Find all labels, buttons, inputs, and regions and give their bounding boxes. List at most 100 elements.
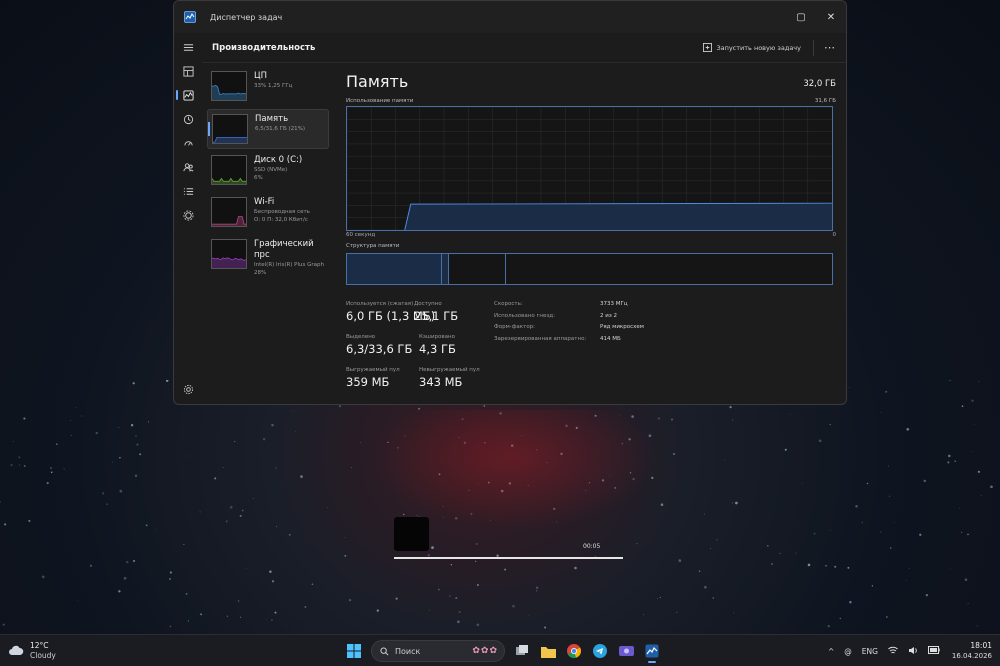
hamburger-icon [183, 42, 194, 53]
property-key: Использовано гнезд: [494, 313, 600, 325]
perf-item[interactable]: Память 6,5/31,6 ГБ (21%) [207, 109, 329, 149]
perf-item[interactable]: ЦП 33% 1,25 ГГц [207, 67, 329, 107]
language-indicator[interactable]: ENG [862, 647, 878, 656]
stat-available-label: Доступно [414, 301, 458, 307]
perf-item[interactable]: Wi-Fi Беспроводная сеть О: 0 П: 32,0 Кбит/… [207, 193, 329, 233]
perf-item-detail-2: 6% [254, 174, 302, 182]
structure-modified [442, 254, 449, 284]
nav-app-history[interactable] [174, 107, 202, 131]
stat-committed-value: 6,3/33,6 ГБ [346, 342, 412, 356]
volume-icon[interactable] [908, 646, 918, 657]
nav-rail [174, 33, 202, 405]
memory-property-row: Зарезервированная аппаратно: 414 МБ [494, 336, 744, 348]
header-divider [813, 40, 814, 56]
stat-nonpaged-label: Невыгружаемый пул [419, 367, 480, 373]
clock[interactable]: 18:01 16.04.2026 [952, 641, 992, 661]
stat-available-value: 25,1 ГБ [414, 309, 458, 323]
startup-icon [183, 138, 194, 149]
weather-temp: 12°C [30, 641, 56, 651]
property-key: Скорость: [494, 301, 600, 313]
taskbar-search[interactable]: Поиск ✿✿✿ [371, 640, 505, 662]
taskbar: 12°C Cloudy Поиск ✿✿✿ ^ @ ENG 18:01 16.0… [0, 634, 1000, 666]
memory-property-row: Форм-фактор: Ряд микросхем [494, 324, 744, 336]
media-progress-bar[interactable] [394, 557, 623, 559]
task-manager-window: Диспетчер задач ▢ ✕ Производительность З… [173, 0, 847, 405]
nav-performance[interactable] [174, 83, 202, 107]
taskbar-task-view[interactable] [511, 639, 533, 663]
media-thumbnail[interactable] [394, 517, 429, 551]
performance-icon [183, 90, 194, 101]
perf-item-detail: 33% 1,25 ГГц [254, 82, 292, 90]
perf-item-name: ЦП [254, 71, 292, 82]
run-new-task-button[interactable]: Запустить новую задачу [703, 43, 801, 52]
nav-settings[interactable] [174, 377, 202, 401]
settings-icon [183, 384, 194, 395]
title-bar[interactable]: Диспетчер задач ▢ ✕ [174, 1, 846, 33]
perf-thumbnail [211, 197, 247, 227]
nav-menu-button[interactable] [174, 35, 202, 59]
taskbar-explorer[interactable] [537, 639, 559, 663]
perf-thumbnail [211, 155, 247, 185]
graph-time-label: 60 секунд [346, 232, 375, 238]
perf-item[interactable]: Графический прс Intel(R) Iris(R) Plus Gra… [207, 235, 329, 275]
nav-processes[interactable] [174, 59, 202, 83]
memory-usage-graph [346, 106, 833, 231]
perf-item[interactable]: Диск 0 (C:) SSD (NVMe) 6% [207, 151, 329, 191]
perf-item-detail: 6,5/31,6 ГБ (21%) [255, 125, 305, 133]
nav-users[interactable] [174, 155, 202, 179]
task-manager-app-icon [184, 11, 196, 23]
services-icon [183, 210, 194, 221]
run-new-task-label: Запустить новую задачу [716, 44, 801, 52]
taskbar-apps: Поиск ✿✿✿ [343, 639, 667, 663]
media-time: 00:05 [583, 543, 600, 550]
task-view-icon [515, 644, 529, 658]
property-value: 3733 МГц [600, 301, 628, 313]
window-title: Диспетчер задач [210, 13, 282, 22]
weather-widget[interactable]: 12°C Cloudy [8, 641, 56, 661]
stat-committed: Выделено 6,3/33,6 ГБ [346, 334, 412, 356]
graph-zero-label: 0 [833, 232, 837, 238]
memory-structure-bar [346, 253, 833, 285]
tray-overflow-chevron[interactable]: ^ [828, 647, 834, 656]
taskbar-app-purple[interactable] [615, 639, 637, 663]
stat-cached-label: Кэшировано [419, 334, 456, 340]
close-button[interactable]: ✕ [816, 1, 846, 33]
perf-item-detail-2: О: 0 П: 32,0 Кбит/с [254, 216, 310, 224]
windows-icon [347, 644, 361, 658]
battery-icon[interactable] [928, 646, 940, 656]
weather-condition: Cloudy [30, 651, 56, 661]
nav-startup[interactable] [174, 131, 202, 155]
taskbar-chrome[interactable] [563, 639, 585, 663]
stat-available: Доступно 25,1 ГБ [414, 301, 458, 323]
start-button[interactable] [343, 639, 365, 663]
cloud-icon [8, 643, 24, 659]
taskbar-telegram[interactable] [589, 639, 611, 663]
nav-details[interactable] [174, 179, 202, 203]
tray-at-icon[interactable]: @ [844, 647, 852, 656]
perf-item-name: Диск 0 (C:) [254, 155, 302, 166]
media-app-icon [619, 644, 634, 658]
stat-paged-label: Выгружаемый пул [346, 367, 400, 373]
stat-paged-value: 359 МБ [346, 375, 400, 389]
details-icon [183, 186, 194, 197]
search-placeholder: Поиск [395, 647, 420, 656]
wallpaper-red-reflection [370, 410, 660, 530]
property-key: Зарезервированная аппаратно: [494, 336, 600, 348]
memory-structure-label: Структура памяти [346, 243, 399, 249]
memory-title: Память [346, 72, 408, 91]
perf-item-detail: SSD (NVMe) [254, 166, 302, 174]
more-options-button[interactable]: ⋯ [824, 41, 836, 54]
more-icon: ⋯ [824, 41, 836, 54]
maximize-button[interactable]: ▢ [786, 1, 816, 33]
wifi-icon[interactable] [888, 646, 898, 657]
nav-services[interactable] [174, 203, 202, 227]
structure-standby [449, 254, 506, 284]
memory-usage-label: Использование памяти [346, 98, 413, 104]
folder-icon [541, 645, 556, 658]
search-icon [380, 647, 389, 656]
perf-item-name: Графический прс [254, 239, 329, 261]
taskbar-task-manager[interactable] [641, 639, 663, 663]
stat-nonpaged-value: 343 МБ [419, 375, 480, 389]
memory-usage-max: 31,6 ГБ [815, 98, 836, 104]
run-task-icon [703, 43, 712, 52]
